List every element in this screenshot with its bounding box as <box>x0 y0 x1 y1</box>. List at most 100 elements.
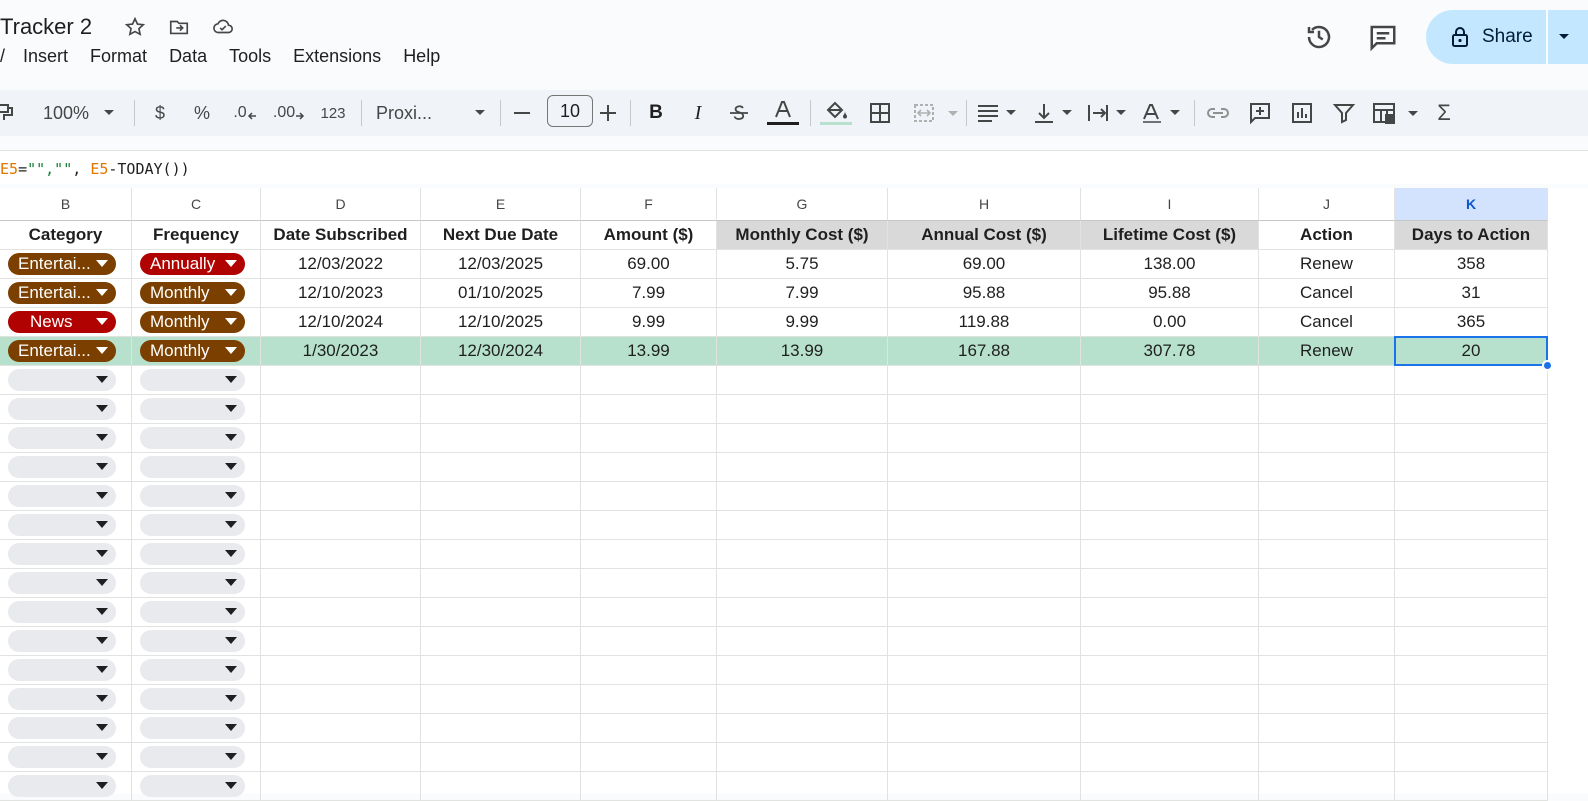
empty-cell[interactable] <box>261 395 421 424</box>
table-cell[interactable]: 69.00 <box>888 250 1081 279</box>
empty-cell[interactable] <box>1081 743 1259 772</box>
empty-cell[interactable] <box>1081 366 1259 395</box>
empty-cell[interactable] <box>717 453 888 482</box>
decrease-decimal-button[interactable]: .0 <box>230 96 260 130</box>
header-cell[interactable]: Frequency <box>132 221 261 250</box>
table-cell[interactable]: 307.78 <box>1081 337 1259 366</box>
empty-cell[interactable] <box>132 598 261 627</box>
empty-cell[interactable] <box>421 714 581 743</box>
table-cell[interactable]: 95.88 <box>1081 279 1259 308</box>
table-cell[interactable]: 5.75 <box>717 250 888 279</box>
empty-cell[interactable] <box>1081 772 1259 801</box>
empty-cell[interactable] <box>1081 656 1259 685</box>
empty-cell[interactable] <box>581 743 717 772</box>
empty-cell[interactable] <box>421 743 581 772</box>
table-cell[interactable]: 7.99 <box>717 279 888 308</box>
column-header-f[interactable]: F <box>581 188 717 221</box>
more-formats-button[interactable]: 123 <box>316 96 350 130</box>
menu-view-partial[interactable]: / <box>0 46 5 67</box>
empty-cell[interactable] <box>717 627 888 656</box>
category-dropdown[interactable] <box>8 427 116 449</box>
text-color-icon[interactable] <box>766 96 800 130</box>
filter-icon[interactable] <box>1330 96 1358 130</box>
table-cell[interactable]: Monthly <box>132 279 261 308</box>
table-cell[interactable]: 95.88 <box>888 279 1081 308</box>
empty-cell[interactable] <box>421 627 581 656</box>
header-cell[interactable]: Next Due Date <box>421 221 581 250</box>
empty-cell[interactable] <box>581 714 717 743</box>
zoom-select[interactable]: 100% <box>34 96 124 130</box>
category-dropdown[interactable] <box>8 543 116 565</box>
empty-cell[interactable] <box>0 366 132 395</box>
empty-cell[interactable] <box>581 685 717 714</box>
share-button[interactable]: Share <box>1426 10 1588 64</box>
empty-cell[interactable] <box>421 540 581 569</box>
menu-insert[interactable]: Insert <box>23 46 68 67</box>
table-cell[interactable]: 12/03/2022 <box>261 250 421 279</box>
spreadsheet-grid[interactable]: B C D E F G H I J K Category Frequency Date Subscrib… <box>0 188 1588 801</box>
empty-cell[interactable] <box>1259 685 1395 714</box>
empty-cell[interactable] <box>421 395 581 424</box>
empty-cell[interactable] <box>581 366 717 395</box>
empty-cell[interactable] <box>0 569 132 598</box>
menu-format[interactable]: Format <box>90 46 147 67</box>
table-cell[interactable]: 69.00 <box>581 250 717 279</box>
category-dropdown[interactable] <box>8 688 116 710</box>
column-header-c[interactable]: C <box>132 188 261 221</box>
version-history-icon[interactable] <box>1298 16 1340 58</box>
empty-cell[interactable] <box>261 482 421 511</box>
fill-color-icon[interactable] <box>819 96 853 130</box>
empty-cell[interactable] <box>717 569 888 598</box>
frequency-dropdown[interactable] <box>140 398 245 420</box>
star-icon[interactable] <box>122 14 148 40</box>
empty-cell[interactable] <box>132 424 261 453</box>
frequency-dropdown[interactable] <box>140 630 245 652</box>
empty-cell[interactable] <box>717 598 888 627</box>
category-dropdown[interactable] <box>8 746 116 768</box>
empty-cell[interactable] <box>1395 772 1548 801</box>
frequency-dropdown[interactable] <box>140 369 245 391</box>
empty-cell[interactable] <box>1395 685 1548 714</box>
increase-font-size-icon[interactable] <box>597 96 619 130</box>
table-cell[interactable]: Cancel <box>1259 308 1395 337</box>
empty-cell[interactable] <box>1081 482 1259 511</box>
empty-cell[interactable] <box>888 569 1081 598</box>
frequency-dropdown[interactable]: Monthly <box>140 340 245 362</box>
horizontal-align-icon[interactable] <box>976 96 1020 130</box>
frequency-dropdown[interactable] <box>140 456 245 478</box>
empty-cell[interactable] <box>1081 569 1259 598</box>
menu-data[interactable]: Data <box>169 46 207 67</box>
category-dropdown[interactable]: Entertai... <box>8 253 116 275</box>
category-dropdown[interactable] <box>8 717 116 739</box>
column-header-d[interactable]: D <box>261 188 421 221</box>
font-size-input[interactable]: 10 <box>547 95 593 127</box>
empty-cell[interactable] <box>0 743 132 772</box>
header-cell[interactable]: Amount ($) <box>581 221 717 250</box>
empty-cell[interactable] <box>421 424 581 453</box>
empty-cell[interactable] <box>132 366 261 395</box>
empty-cell[interactable] <box>132 453 261 482</box>
menu-help[interactable]: Help <box>403 46 440 67</box>
empty-cell[interactable] <box>0 685 132 714</box>
empty-cell[interactable] <box>421 569 581 598</box>
formula-bar[interactable]: E5="","", E5-TODAY()) <box>0 150 1588 184</box>
empty-cell[interactable] <box>1259 772 1395 801</box>
empty-cell[interactable] <box>261 569 421 598</box>
empty-cell[interactable] <box>261 540 421 569</box>
empty-cell[interactable] <box>717 743 888 772</box>
menu-extensions[interactable]: Extensions <box>293 46 381 67</box>
empty-cell[interactable] <box>0 395 132 424</box>
empty-cell[interactable] <box>581 540 717 569</box>
empty-cell[interactable] <box>717 424 888 453</box>
empty-cell[interactable] <box>717 511 888 540</box>
empty-cell[interactable] <box>0 540 132 569</box>
insert-link-icon[interactable] <box>1204 96 1232 130</box>
empty-cell[interactable] <box>888 656 1081 685</box>
empty-cell[interactable] <box>132 482 261 511</box>
empty-cell[interactable] <box>1395 395 1548 424</box>
empty-cell[interactable] <box>261 453 421 482</box>
table-cell[interactable]: 31 <box>1395 279 1548 308</box>
table-cell[interactable]: News <box>0 308 132 337</box>
empty-cell[interactable] <box>0 511 132 540</box>
font-family-select[interactable]: Proxi... <box>376 96 486 130</box>
